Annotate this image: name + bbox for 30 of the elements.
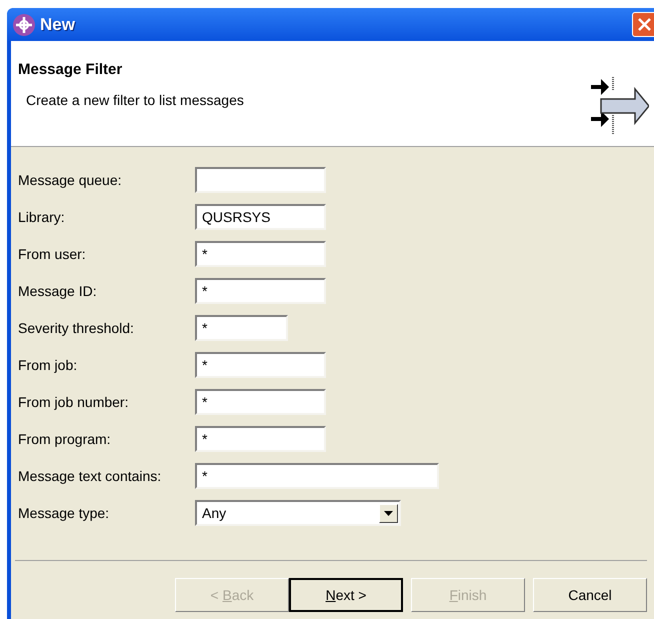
field-label: From program: [18, 430, 112, 449]
text-field[interactable]: * [195, 426, 326, 452]
field-label: Severity threshold: [18, 318, 135, 338]
wizard-button[interactable]: Next > [289, 578, 403, 612]
page-description: Create a new filter to list messages [26, 90, 245, 110]
text-field[interactable]: * [195, 241, 326, 267]
text-field[interactable] [195, 167, 326, 193]
text-field[interactable]: * [195, 315, 288, 341]
window-title: New [40, 14, 75, 36]
field-label: Message text contains: [18, 466, 162, 486]
field-label: From job number: [18, 392, 130, 412]
dropdown-arrow-icon [384, 510, 393, 516]
page-title: Message Filter [18, 60, 124, 80]
text-field[interactable]: * [195, 352, 326, 378]
close-button[interactable] [632, 12, 654, 37]
field-label: Message queue: [18, 170, 123, 190]
wizard-button[interactable]: Cancel [533, 578, 647, 612]
text-field[interactable]: * [195, 463, 439, 489]
text-field[interactable]: QUSRSYS [195, 204, 326, 230]
text-field[interactable]: * [195, 278, 326, 304]
app-icon [12, 12, 36, 36]
field-label: Message type: [18, 504, 110, 523]
close-icon [638, 18, 651, 31]
field-label: From job: [18, 356, 78, 375]
message-type-dropdown[interactable]: Any [195, 500, 401, 526]
field-label: Message ID: [18, 282, 98, 301]
text-field[interactable]: * [195, 389, 326, 415]
field-label: Library: [18, 208, 66, 227]
field-label: From user: [18, 244, 87, 264]
wizard-arrows-icon [589, 75, 649, 137]
